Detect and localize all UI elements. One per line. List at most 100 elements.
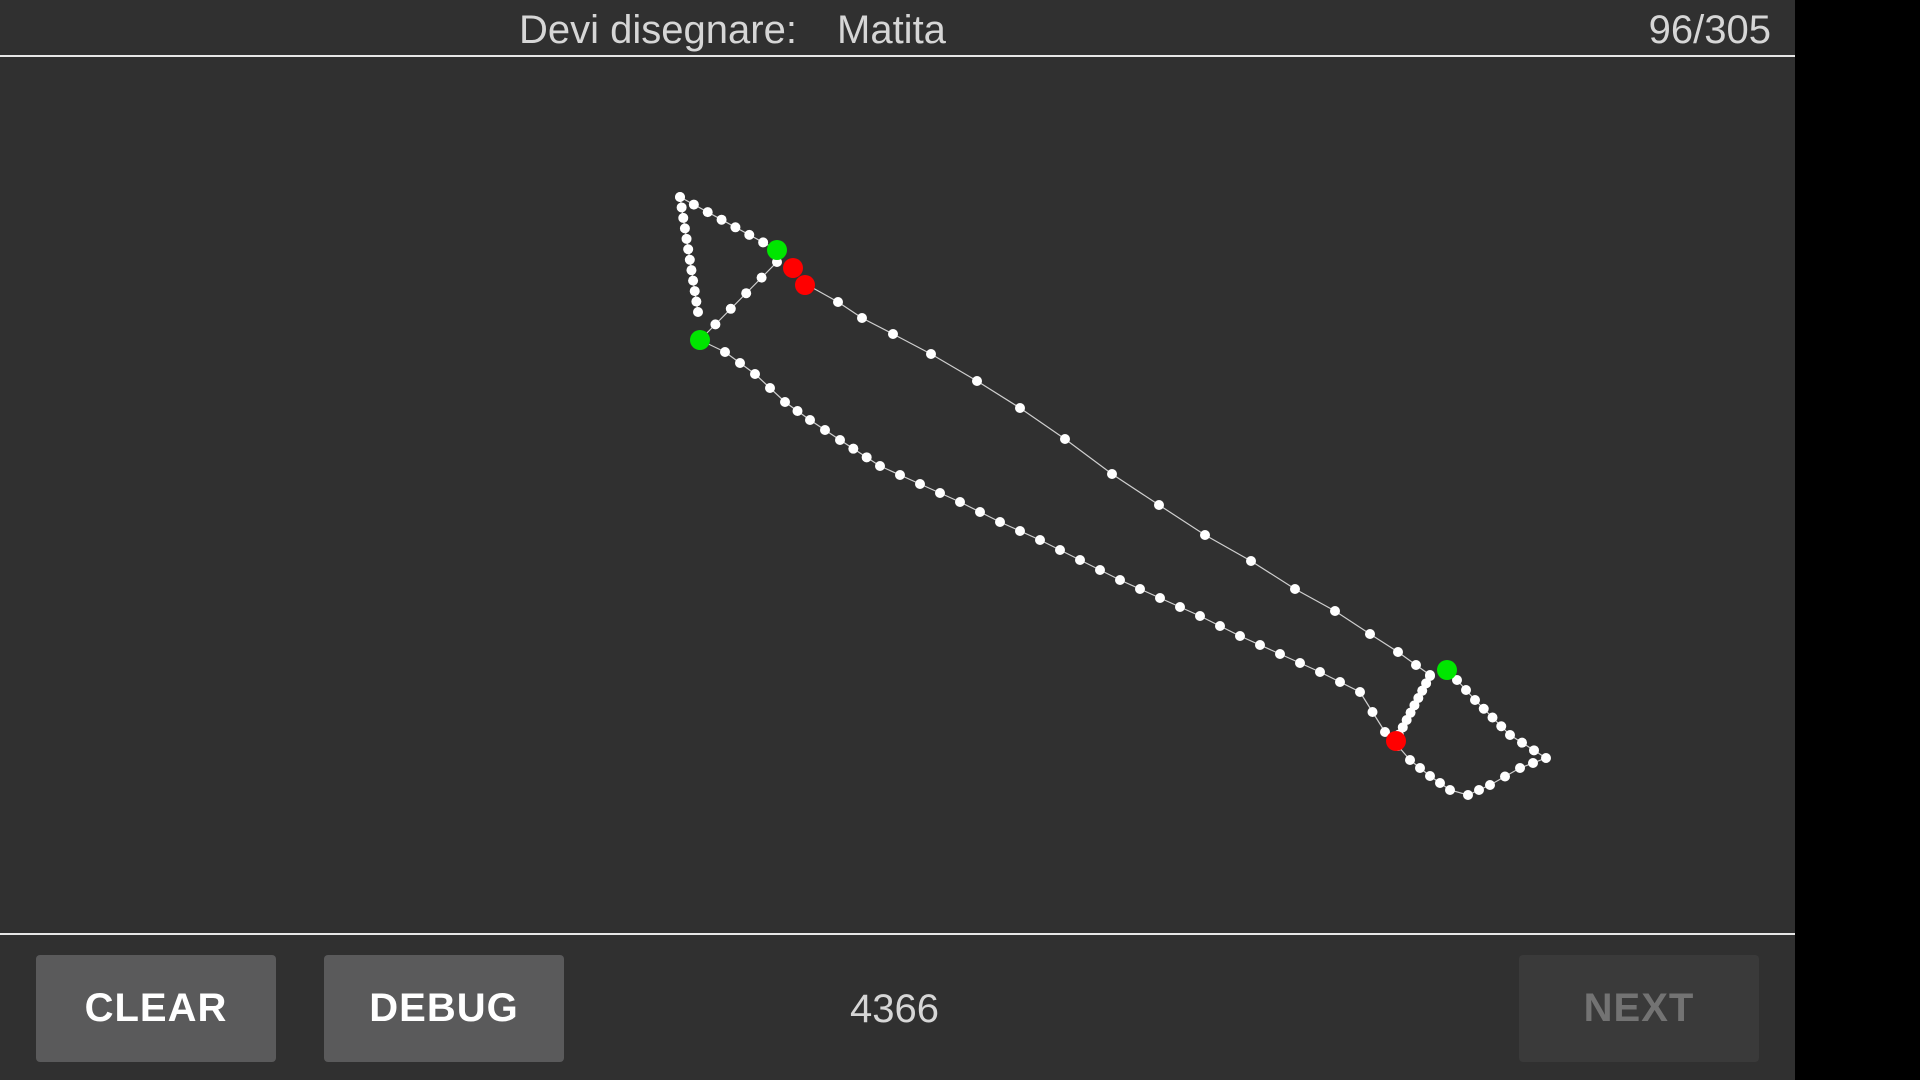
stroke-point: [1505, 730, 1515, 740]
stroke-point: [955, 497, 965, 507]
stroke-point: [1215, 621, 1225, 631]
stroke-point: [1330, 606, 1340, 616]
stroke-point: [1035, 535, 1045, 545]
stroke-point: [1075, 555, 1085, 565]
stroke-point: [1485, 780, 1495, 790]
stroke-point: [1275, 649, 1285, 659]
stroke-point: [676, 202, 687, 213]
stroke-point: [1541, 753, 1551, 763]
stroke-point: [725, 303, 736, 314]
stroke-point: [1425, 671, 1435, 681]
stroke-point: [1528, 758, 1538, 768]
stroke-point: [1435, 778, 1445, 788]
stroke-point: [972, 376, 982, 386]
stroke-point: [1474, 785, 1484, 795]
stroke-point: [1478, 703, 1489, 714]
stroke-point: [1015, 526, 1025, 536]
stroke-point: [875, 461, 885, 471]
stroke-point: [995, 517, 1005, 527]
stroke-point: [975, 507, 985, 517]
stroke-point: [1445, 785, 1455, 795]
stroke-point: [683, 244, 694, 255]
stroke-point: [688, 199, 699, 210]
stroke-point: [678, 212, 689, 223]
next-button[interactable]: NEXT: [1519, 955, 1759, 1062]
stroke-end-marker: [795, 275, 815, 295]
stroke-point: [1115, 575, 1125, 585]
prompt-label: Devi disegnare:: [519, 8, 797, 52]
header-bar: Devi disegnare: Matita 96/305: [0, 0, 1795, 57]
stroke-point: [1200, 530, 1210, 540]
stroke-point: [833, 297, 843, 307]
stroke-point: [1195, 611, 1205, 621]
stroke-point: [1255, 640, 1265, 650]
stroke-point: [1060, 434, 1070, 444]
stroke-point: [1135, 584, 1145, 594]
stroke-point: [1015, 403, 1025, 413]
stroke-point: [1496, 721, 1507, 732]
stroke-point: [691, 296, 702, 307]
stroke-point: [720, 347, 730, 357]
stroke-point: [741, 288, 752, 299]
drawing-canvas[interactable]: [0, 57, 1795, 933]
stroke-point: [1290, 584, 1300, 594]
stroke-point: [1365, 629, 1375, 639]
stroke-point: [1107, 469, 1117, 479]
stroke-point: [1055, 545, 1065, 555]
stroke-start-marker: [1437, 660, 1457, 680]
stroke-point: [915, 479, 925, 489]
stroke-point: [820, 425, 830, 435]
stroke-point: [735, 358, 745, 368]
stroke-point: [1415, 763, 1425, 773]
progress-counter: 96/305: [1648, 8, 1771, 52]
stroke-point: [1154, 500, 1164, 510]
stroke-point: [1355, 687, 1365, 697]
stroke-start-marker: [690, 330, 710, 350]
stroke-point: [1295, 658, 1305, 668]
stroke-point: [926, 349, 936, 359]
stroke-point: [750, 369, 760, 379]
stroke-point: [857, 313, 867, 323]
stroke-point: [716, 214, 727, 225]
stroke-point: [702, 207, 713, 218]
stroke-point: [758, 237, 769, 248]
stroke-point: [1461, 685, 1471, 695]
stroke-point: [1246, 556, 1256, 566]
stroke-point: [805, 415, 815, 425]
stroke-point: [744, 229, 755, 240]
stroke-point: [835, 435, 845, 445]
stroke-point: [684, 254, 695, 265]
stroke-point: [1155, 593, 1165, 603]
stroke-point: [681, 233, 692, 244]
stroke-point: [888, 329, 898, 339]
stroke-point: [1095, 565, 1105, 575]
prompt-word: Matita: [837, 8, 946, 52]
stroke-point: [895, 470, 905, 480]
stroke-point: [1405, 755, 1415, 765]
stroke-point: [848, 443, 859, 454]
stroke-point: [686, 265, 697, 276]
stroke-point: [756, 272, 767, 283]
stroke-point: [1315, 667, 1325, 677]
clear-button[interactable]: CLEAR: [36, 955, 276, 1062]
stroke-point: [1335, 677, 1345, 687]
stroke-markers: [690, 240, 1457, 751]
stroke-point: [1235, 631, 1245, 641]
stroke-point: [689, 286, 700, 297]
stroke-point: [679, 223, 690, 234]
stroke-point: [1411, 660, 1421, 670]
stroke-point: [935, 488, 945, 498]
stroke-point: [1463, 790, 1473, 800]
stroke-point: [1425, 771, 1435, 781]
stroke-start-marker: [767, 240, 787, 260]
stroke-point: [1393, 647, 1403, 657]
app-screen: Devi disegnare: Matita 96/305 CLEAR DEBU…: [0, 0, 1795, 1080]
stroke-point: [688, 275, 699, 286]
stroke-point: [1517, 737, 1527, 748]
stroke-point: [765, 383, 775, 393]
stroke-point: [1529, 745, 1539, 756]
stroke-point: [710, 319, 721, 330]
stroke-point: [675, 192, 685, 202]
stroke-point: [861, 452, 872, 463]
debug-button[interactable]: DEBUG: [324, 955, 564, 1062]
